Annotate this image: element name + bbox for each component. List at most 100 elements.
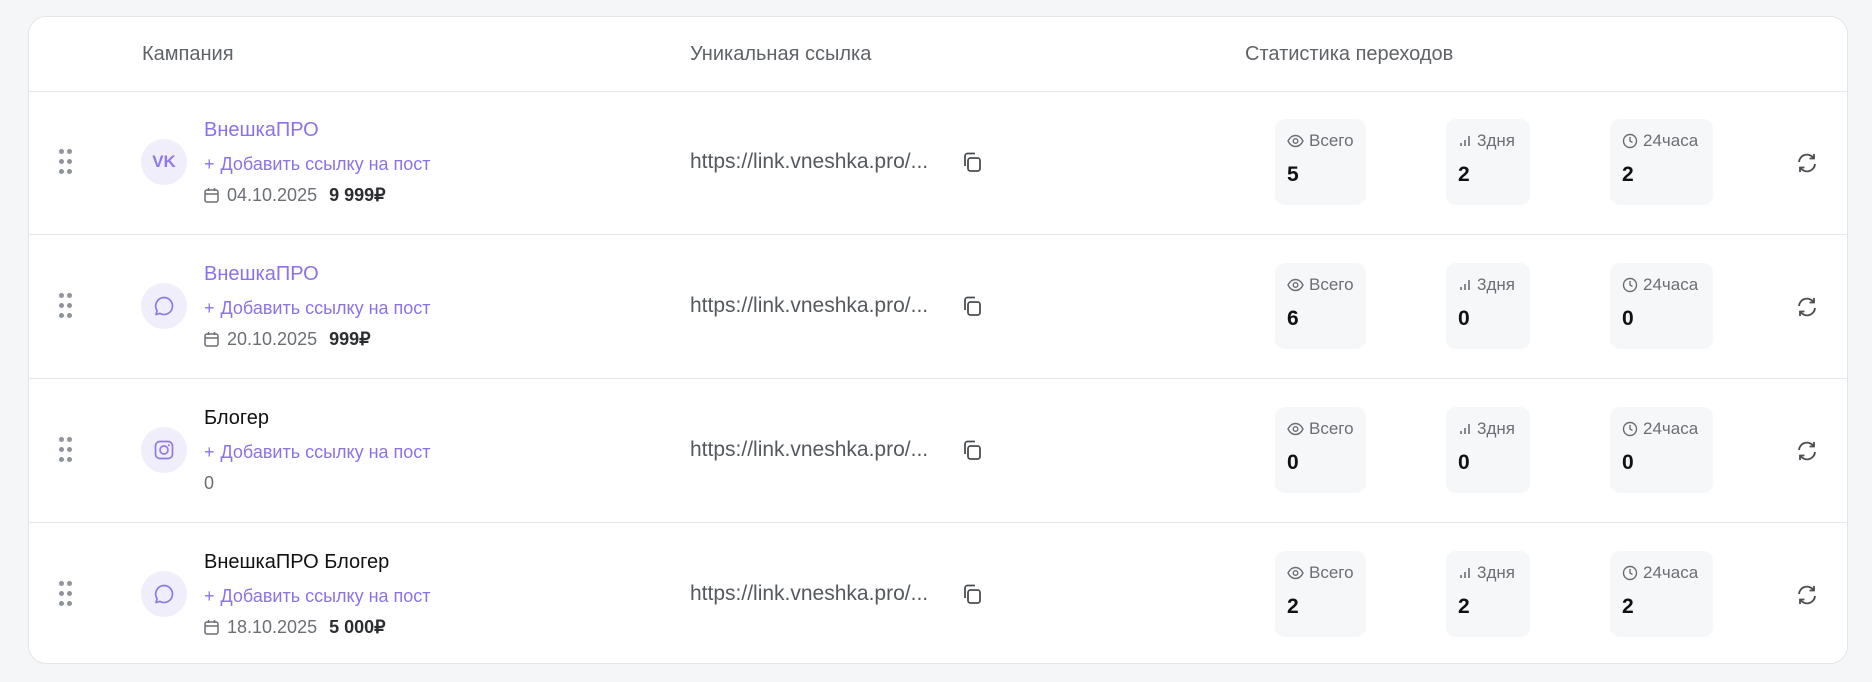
stat-day-value: 0 xyxy=(1622,451,1634,474)
add-post-link-button[interactable]: + Добавить ссылку на пост xyxy=(204,154,431,175)
header-unique-link: Уникальная ссылка xyxy=(690,43,872,65)
add-post-link-button[interactable]: + Добавить ссылку на пост xyxy=(204,586,431,607)
stat-three-days-label: 3дня xyxy=(1477,275,1515,294)
drag-handle-icon[interactable] xyxy=(59,149,73,175)
stat-total: Всего 0 xyxy=(1275,407,1366,493)
plus-icon: + xyxy=(204,442,215,462)
eye-icon xyxy=(1287,134,1304,148)
campaign-meta: 18.10.2025 5 000₽ xyxy=(204,617,386,637)
table-row: ВнешкаПРО Блогер + Добавить ссылку на пос… xyxy=(29,523,1847,663)
plus-icon: + xyxy=(204,586,215,606)
bar-chart-icon xyxy=(1460,568,1470,578)
stat-three-days: 3дня 0 xyxy=(1446,407,1530,493)
clock-icon xyxy=(1622,133,1638,149)
plus-icon: + xyxy=(204,298,215,318)
stat-day-label: 24часа xyxy=(1643,275,1699,294)
stat-three-days-label: 3дня xyxy=(1477,563,1515,582)
eye-icon xyxy=(1287,278,1304,292)
stat-three-days-value: 2 xyxy=(1458,595,1470,618)
add-post-link-button[interactable]: + Добавить ссылку на пост xyxy=(204,442,431,463)
campaign-name[interactable]: Блогер xyxy=(204,407,269,430)
header-stats: Статистика переходов xyxy=(1245,43,1454,65)
stat-total: Всего 2 xyxy=(1275,551,1366,637)
add-post-link-label: Добавить ссылку на пост xyxy=(220,442,431,462)
drag-handle-icon[interactable] xyxy=(59,293,73,319)
stat-total-value: 0 xyxy=(1287,451,1299,474)
stat-day-value: 2 xyxy=(1622,163,1634,186)
stat-day-label: 24часа xyxy=(1643,563,1699,582)
table-row: VK ВнешкаПРО + Добавить ссылку на пост 04… xyxy=(29,91,1847,235)
campaign-meta: 04.10.2025 9 999₽ xyxy=(204,185,386,205)
plus-icon: + xyxy=(204,154,215,174)
refresh-icon[interactable] xyxy=(1795,439,1819,463)
stat-day: 24часа 0 xyxy=(1610,263,1713,349)
calendar-icon xyxy=(204,188,219,203)
stat-three-days-value: 2 xyxy=(1458,163,1470,186)
copy-icon[interactable] xyxy=(961,151,983,173)
chat-bubble-icon xyxy=(141,283,187,329)
header-campaign: Кампания xyxy=(142,43,234,65)
stat-day: 24часа 0 xyxy=(1610,407,1713,493)
campaign-name-link[interactable]: ВнешкаПРО xyxy=(204,119,319,142)
stat-total-label: Всего xyxy=(1309,419,1354,438)
drag-handle-icon[interactable] xyxy=(59,581,73,607)
refresh-icon[interactable] xyxy=(1795,151,1819,175)
stat-three-days: 3дня 2 xyxy=(1446,119,1530,205)
calendar-icon xyxy=(204,332,219,347)
unique-link-url[interactable]: https://link.vneshka.pro/... xyxy=(690,294,928,318)
add-post-link-label: Добавить ссылку на пост xyxy=(220,154,431,174)
stat-three-days-label: 3дня xyxy=(1477,419,1515,438)
campaign-price: 9 999₽ xyxy=(329,184,386,205)
stat-total-label: Всего xyxy=(1309,275,1354,294)
add-post-link-label: Добавить ссылку на пост xyxy=(220,586,431,606)
unique-link-url[interactable]: https://link.vneshka.pro/... xyxy=(690,150,928,174)
add-post-link-label: Добавить ссылку на пост xyxy=(220,298,431,318)
campaigns-table: Кампания Уникальная ссылка Статистика пе… xyxy=(28,16,1848,664)
stat-total: Всего 5 xyxy=(1275,119,1366,205)
drag-handle-icon[interactable] xyxy=(59,437,73,463)
campaign-price: 999₽ xyxy=(329,328,371,349)
copy-icon[interactable] xyxy=(961,295,983,317)
stat-total-value: 5 xyxy=(1287,163,1299,186)
campaign-date: 20.10.2025 xyxy=(227,328,318,349)
stat-three-days-value: 0 xyxy=(1458,307,1470,330)
stat-day-value: 2 xyxy=(1622,595,1634,618)
refresh-icon[interactable] xyxy=(1795,583,1819,607)
stat-day-value: 0 xyxy=(1622,307,1634,330)
calendar-icon xyxy=(204,620,219,635)
clock-icon xyxy=(1622,421,1638,437)
stat-total-value: 2 xyxy=(1287,595,1299,618)
campaign-price: 0 xyxy=(204,472,215,493)
copy-icon[interactable] xyxy=(961,439,983,461)
bar-chart-icon xyxy=(1460,424,1470,434)
stat-day: 24часа 2 xyxy=(1610,119,1713,205)
stat-three-days: 3дня 2 xyxy=(1446,551,1530,637)
stat-three-days: 3дня 0 xyxy=(1446,263,1530,349)
campaign-meta: 0 xyxy=(204,473,214,493)
refresh-icon[interactable] xyxy=(1795,295,1819,319)
campaign-name[interactable]: ВнешкаПРО Блогер xyxy=(204,551,389,574)
unique-link-url[interactable]: https://link.vneshka.pro/... xyxy=(690,582,928,606)
eye-icon xyxy=(1287,566,1304,580)
stat-day-label: 24часа xyxy=(1643,419,1699,438)
table-header: Кампания Уникальная ссылка Статистика пе… xyxy=(29,17,1847,92)
copy-icon[interactable] xyxy=(961,583,983,605)
stat-total-label: Всего xyxy=(1309,563,1354,582)
campaign-date: 18.10.2025 xyxy=(227,616,318,637)
stat-day: 24часа 2 xyxy=(1610,551,1713,637)
stat-total: Всего 6 xyxy=(1275,263,1366,349)
stat-three-days-value: 0 xyxy=(1458,451,1470,474)
unique-link-url[interactable]: https://link.vneshka.pro/... xyxy=(690,438,928,462)
campaign-price: 5 000₽ xyxy=(329,616,386,637)
campaign-name-link[interactable]: ВнешкаПРО xyxy=(204,263,319,286)
stat-day-label: 24часа xyxy=(1643,131,1699,150)
instagram-icon xyxy=(141,427,187,473)
stat-total-value: 6 xyxy=(1287,307,1299,330)
campaign-meta: 20.10.2025 999₽ xyxy=(204,329,371,349)
clock-icon xyxy=(1622,277,1638,293)
bar-chart-icon xyxy=(1460,136,1470,146)
table-row: ВнешкаПРО + Добавить ссылку на пост 20.10… xyxy=(29,235,1847,379)
table-row: Блогер + Добавить ссылку на пост 0 https:… xyxy=(29,379,1847,523)
eye-icon xyxy=(1287,422,1304,436)
add-post-link-button[interactable]: + Добавить ссылку на пост xyxy=(204,298,431,319)
